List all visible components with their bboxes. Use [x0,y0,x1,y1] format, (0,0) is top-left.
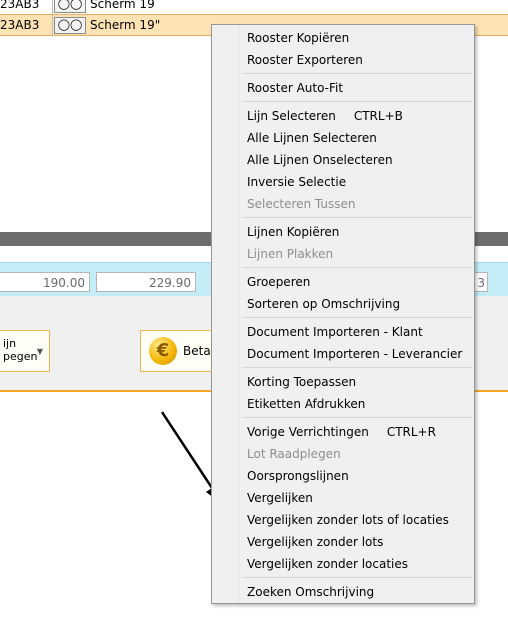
menu-item-korting-toepassen[interactable]: Korting Toepassen [212,371,474,393]
menu-item-label: Vergelijken zonder lots [247,535,384,549]
menu-item-label: Alle Lijnen Selecteren [247,131,377,145]
menu-item-label: Etiketten Afdrukken [247,397,366,411]
menu-item-sorteren-op-omschrijving[interactable]: Sorteren op Omschrijving [212,293,474,315]
menu-item-vergelijken-zonder-locaties[interactable]: Vergelijken zonder locaties [212,553,474,575]
menu-item-label: Vergelijken zonder locaties [247,557,409,571]
menu-item-label: Lot Raadplegen [247,447,341,461]
menu-item-label: Lijnen Kopiëren [247,225,340,239]
menu-item-document-importeren-klant[interactable]: Document Importeren - Klant [212,321,474,343]
menu-item-lot-raadplegen: Lot Raadplegen [212,443,474,465]
menu-item-lijnen-plakken: Lijnen Plakken [212,243,474,265]
menu-item-label: Alle Lijnen Onselecteren [247,153,393,167]
menu-item-label: Selecteren Tussen [247,197,356,211]
menu-item-label: Korting Toepassen [247,375,357,389]
menu-item-document-importeren-leverancier[interactable]: Document Importeren - Leverancier [212,343,474,365]
menu-item-lijn-selecteren[interactable]: Lijn Selecteren CTRL+B [212,105,474,127]
menu-item-vergelijken-zonder-lots[interactable]: Vergelijken zonder lots [212,531,474,553]
menu-item-shortcut: CTRL+R [386,425,436,439]
menu-item-label: Rooster Kopiëren [247,31,350,45]
menu-item-oorsprongslijnen[interactable]: Oorsprongslijnen [212,465,474,487]
menu-item-label: Vergelijken [247,491,313,505]
menu-item-alle-lijnen-selecteren[interactable]: Alle Lijnen Selecteren [212,127,474,149]
menu-item-label: Lijn Selecteren [247,109,336,123]
menu-item-label: Rooster Exporteren [247,53,363,67]
menu-item-label: Document Importeren - Leverancier [247,347,463,361]
menu-item-etiketten-afdrukken[interactable]: Etiketten Afdrukken [212,393,474,415]
menu-item-label: Oorsprongslijnen [247,469,349,483]
menu-item-vorige-verrichtingen[interactable]: Vorige Verrichtingen CTRL+R [212,421,474,443]
menu-item-label: Inversie Selectie [247,175,347,189]
menu-item-alle-lijnen-onselecteren[interactable]: Alle Lijnen Onselecteren [212,149,474,171]
menu-item-label: Rooster Auto-Fit [247,81,344,95]
menu-item-zoeken-omschrijving[interactable]: Zoeken Omschrijving [212,581,474,603]
menu-item-inversie-selectie[interactable]: Inversie Selectie [212,171,474,193]
menu-item-label: Lijnen Plakken [247,247,334,261]
menu-item-label: Groeperen [247,275,311,289]
menu-item-lijnen-kopi-ren[interactable]: Lijnen Kopiëren [212,221,474,243]
menu-item-selecteren-tussen: Selecteren Tussen [212,193,474,215]
menu-item-label: Sorteren op Omschrijving [247,297,401,311]
menu-item-label: Zoeken Omschrijving [247,585,375,599]
menu-item-rooster-kopi-ren[interactable]: Rooster Kopiëren [212,27,474,49]
menu-item-rooster-exporteren[interactable]: Rooster Exporteren [212,49,474,71]
menu-item-vergelijken[interactable]: Vergelijken [212,487,474,509]
menu-item-label: Vergelijken zonder lots of locaties [247,513,449,527]
menu-item-label: Document Importeren - Klant [247,325,423,339]
menu-item-label: Vorige Verrichtingen [247,425,369,439]
menu-item-rooster-auto-fit[interactable]: Rooster Auto-Fit [212,77,474,99]
menu-item-groeperen[interactable]: Groeperen [212,271,474,293]
menu-item-shortcut: CTRL+B [353,109,403,123]
context-menu: Rooster Kopiëren Rooster Exporteren Rooste… [211,24,475,604]
menu-item-vergelijken-zonder-lots-of-locaties[interactable]: Vergelijken zonder lots of locaties [212,509,474,531]
